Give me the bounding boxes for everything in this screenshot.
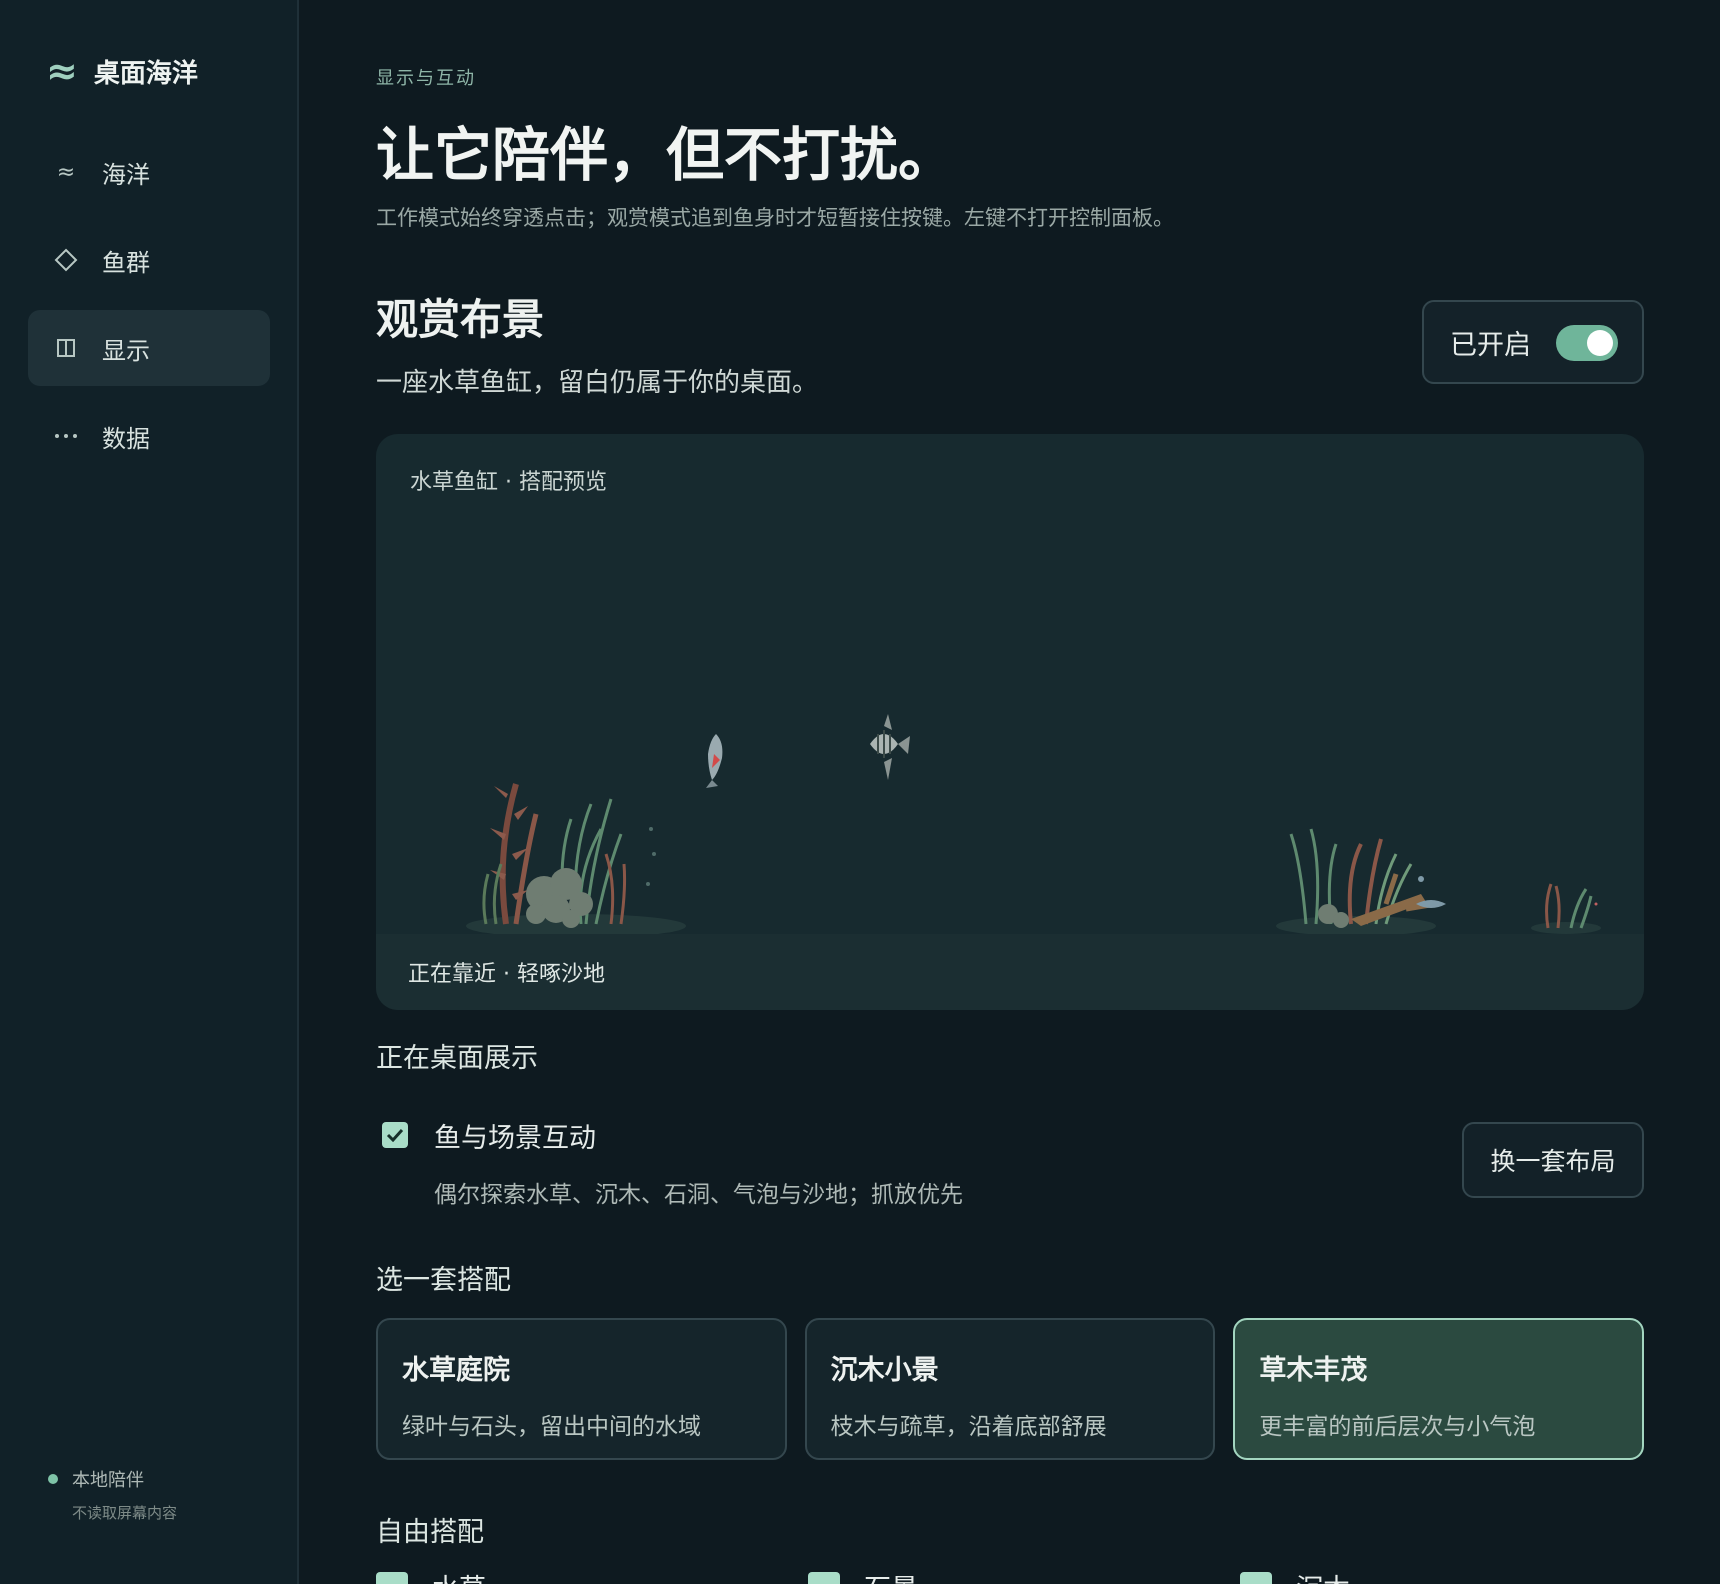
sidebar-item-ocean[interactable]: ≈ 海洋: [28, 134, 270, 210]
plant-cluster-left: [466, 783, 686, 934]
section-description: 一座水草鱼缸，留白仍属于你的桌面。: [376, 368, 819, 398]
toggle-label: 已开启: [1450, 329, 1531, 361]
free-heading: 自由搭配: [376, 1517, 484, 1548]
sidebar-item-display[interactable]: 显示: [28, 310, 270, 386]
app-name: 桌面海洋: [93, 58, 198, 89]
interaction-option: 鱼与场景互动 偶尔探索水草、沉木、石洞、气泡与沙地；抓放优先: [382, 1116, 963, 1209]
preset-card-selected[interactable]: 草木丰茂 更丰富的前后层次与小气泡: [1233, 1318, 1645, 1460]
free-option-plants[interactable]: 水草: [376, 1572, 486, 1584]
plant-cluster-right: [1276, 828, 1446, 934]
preset-card[interactable]: 水草庭院 绿叶与石头，留出中间的水域: [376, 1318, 787, 1460]
free-option-driftwood[interactable]: 沉木: [1240, 1572, 1350, 1584]
toggle-switch[interactable]: [1556, 325, 1618, 361]
preview-title: 水草鱼缸 · 搭配预览: [410, 470, 607, 495]
free-option-label: 沉木: [1296, 1576, 1350, 1584]
preset-description: 更丰富的前后层次与小气泡: [1259, 1414, 1536, 1440]
page-title: 让它陪伴，但不打扰。: [376, 121, 957, 189]
fish-icon: [706, 734, 723, 788]
page-subtitle: 工作模式始终穿透点击；观赏模式追到鱼身时才短暂接住按键。左键不打开控制面板。: [376, 206, 1174, 230]
preset-description: 绿叶与石头，留出中间的水域: [402, 1414, 701, 1440]
preset-name: 草木丰茂: [1259, 1355, 1368, 1386]
aquarium-scene: [466, 714, 1601, 934]
sidebar-nav: ≈ 海洋 鱼群 显示 数据: [28, 134, 270, 486]
check-icon: [386, 1128, 404, 1142]
more-icon: [54, 432, 78, 440]
sidebar-item-data[interactable]: 数据: [28, 398, 270, 474]
checkbox[interactable]: [376, 1572, 408, 1584]
wave-icon: ≈: [56, 159, 76, 185]
free-option-list: 水草 石景 沉木: [376, 1572, 1644, 1584]
aquarium-preview: 水草鱼缸 · 搭配预览 正在靠近 · 轻啄沙地: [376, 434, 1644, 1010]
checkbox[interactable]: [808, 1572, 840, 1584]
presets-heading: 选一套搭配: [376, 1265, 511, 1296]
preset-list: 水草庭院 绿叶与石头，留出中间的水域 沉木小景 枝木与疏草，沿着底部舒展 草木丰…: [376, 1318, 1645, 1460]
toggle-knob: [1587, 330, 1613, 356]
page-eyebrow: 显示与互动: [376, 68, 476, 89]
diamond-icon: [54, 248, 78, 272]
sidebar-item-label: 显示: [102, 336, 150, 365]
sidebar-item-label: 鱼群: [102, 248, 150, 277]
free-option-label: 石景: [864, 1576, 918, 1584]
plant-cluster-far-right: [1531, 883, 1601, 934]
sidebar-footer: 本地陪伴 不读取屏幕内容: [48, 1466, 177, 1523]
interaction-checkbox[interactable]: [382, 1122, 408, 1148]
sidebar-item-label: 数据: [102, 424, 150, 453]
footer-title: 本地陪伴: [72, 1470, 144, 1491]
wave-icon: ≈: [46, 49, 78, 93]
scene-toggle[interactable]: 已开启: [1422, 300, 1644, 384]
preset-card[interactable]: 沉木小景 枝木与疏草，沿着底部舒展: [804, 1318, 1216, 1460]
checkbox[interactable]: [1240, 1572, 1272, 1584]
free-option-stones[interactable]: 石景: [808, 1572, 918, 1584]
footer-subtitle: 不读取屏幕内容: [72, 1504, 178, 1522]
brand[interactable]: ≈ 桌面海洋: [46, 52, 198, 90]
preset-name: 水草庭院: [402, 1355, 510, 1386]
sidebar: ≈ 桌面海洋 ≈ 海洋 鱼群 显示 数据 本地陪伴 不读取屏幕内容: [0, 0, 299, 1584]
preview-status: 正在靠近 · 轻啄沙地: [408, 962, 605, 987]
section-title: 观赏布景: [376, 295, 545, 344]
sidebar-item-label: 海洋: [102, 160, 150, 189]
fish-icon: [870, 714, 910, 780]
panel-icon: [54, 338, 78, 358]
sidebar-item-fish[interactable]: 鱼群: [28, 222, 270, 298]
status-dot-icon: [48, 1474, 58, 1484]
interaction-title: 鱼与场景互动: [434, 1123, 596, 1154]
shuffle-layout-button[interactable]: 换一套布局: [1462, 1122, 1644, 1198]
interaction-description: 偶尔探索水草、沉木、石洞、气泡与沙地；抓放优先: [434, 1182, 963, 1208]
display-heading: 正在桌面展示: [376, 1043, 538, 1074]
preset-name: 沉木小景: [830, 1355, 939, 1386]
free-option-label: 水草: [432, 1576, 486, 1584]
preset-description: 枝木与疏草，沿着底部舒展: [830, 1414, 1107, 1440]
preview-footer: 正在靠近 · 轻啄沙地: [376, 934, 1644, 1010]
